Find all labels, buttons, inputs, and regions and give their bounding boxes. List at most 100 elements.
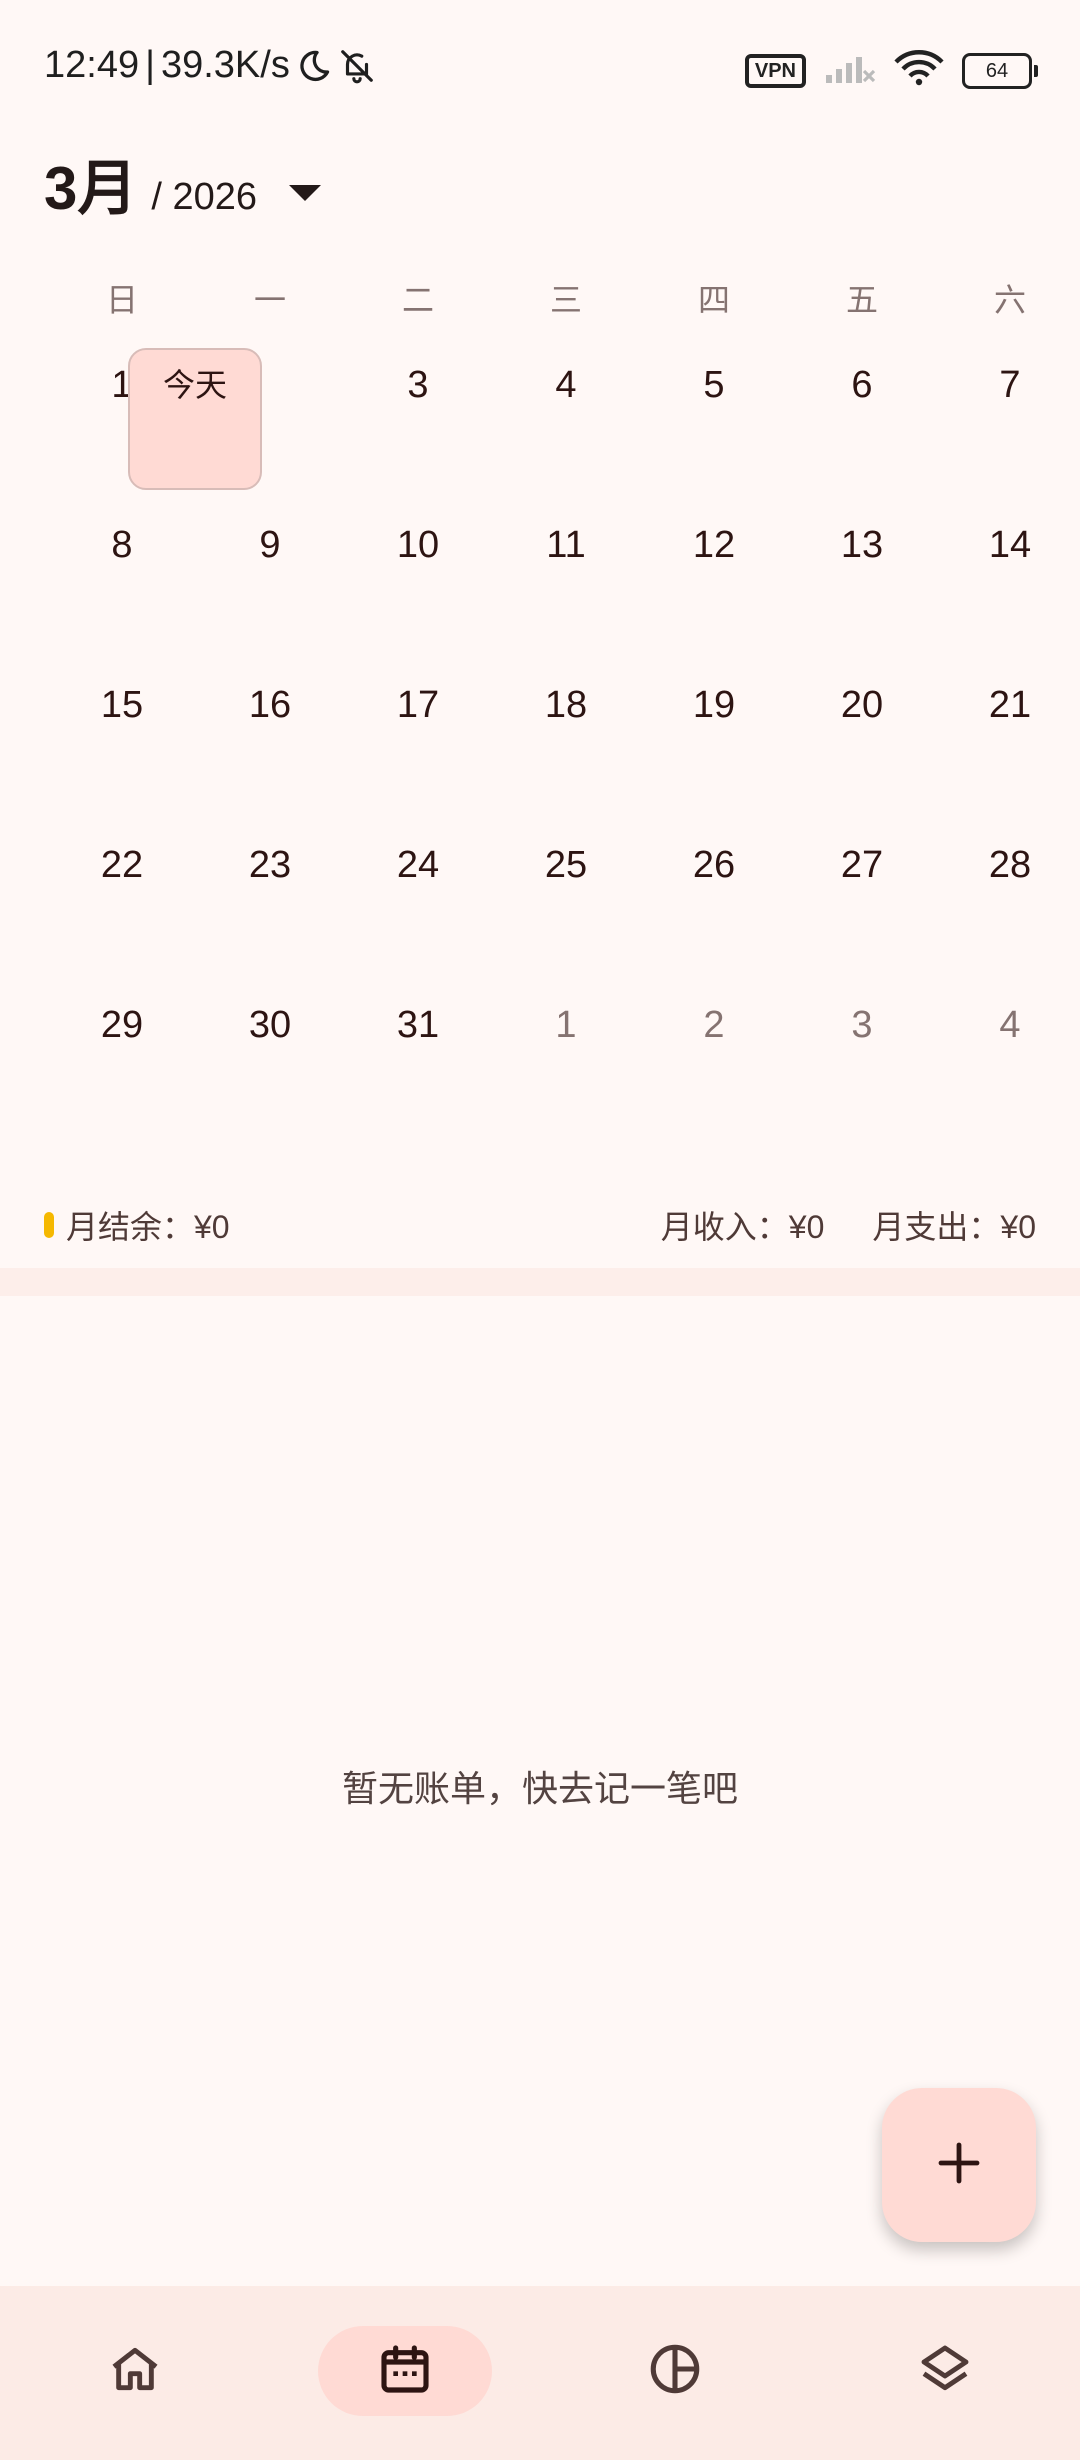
day-cell[interactable]: 28 [936, 820, 1080, 980]
nav-home[interactable] [48, 2326, 222, 2416]
day-cell[interactable]: 21 [936, 660, 1080, 820]
weekday-row: 日 一 二 三 四 五 六 [0, 270, 1080, 330]
day-number: 11 [546, 524, 586, 566]
day-cell[interactable]: 22 [48, 820, 196, 980]
bottom-navigation [0, 2286, 1080, 2460]
month-selector[interactable]: 3月 / 2026 [44, 140, 322, 222]
day-number: 9 [259, 524, 281, 566]
day-cell[interactable]: 26 [640, 820, 788, 980]
income-expense-summary: 月收入：¥0 月支出：¥0 [661, 1202, 1036, 1248]
day-number: 8 [111, 524, 133, 566]
status-time: 12:49 [44, 44, 140, 86]
nav-statistics[interactable] [588, 2326, 762, 2416]
day-cell[interactable]: 3 [788, 980, 936, 1140]
status-right: VPN 64 [744, 50, 1038, 91]
day-number: 25 [544, 844, 588, 886]
today-cell[interactable]: 今天 [128, 348, 262, 490]
wifi-icon [894, 50, 944, 91]
day-number: 5 [703, 364, 725, 406]
day-cell[interactable]: 29 [48, 980, 196, 1140]
day-cell[interactable]: 10 [344, 500, 492, 660]
caret-down-icon[interactable] [289, 185, 322, 201]
day-number: 30 [248, 1004, 292, 1046]
status-separator: | [145, 44, 155, 86]
day-number: 20 [840, 684, 884, 726]
day-cell[interactable]: 11 [492, 500, 640, 660]
day-cell[interactable]: 9 [196, 500, 344, 660]
weekday-label: 日 [105, 282, 138, 318]
day-number: 23 [248, 844, 292, 886]
day-cell[interactable]: 5 [640, 340, 788, 500]
day-number: 1 [555, 1004, 577, 1046]
day-cell[interactable]: 17 [344, 660, 492, 820]
balance-dot-icon [44, 1212, 54, 1238]
day-cell[interactable]: 15 [48, 660, 196, 820]
empty-state-text: 暂无账单，快去记一笔吧 [341, 1768, 738, 1809]
day-number: 13 [840, 524, 884, 566]
plus-icon [935, 2139, 983, 2192]
day-cell[interactable]: 4 [492, 340, 640, 500]
pie-chart-icon [646, 2340, 704, 2403]
weekday-label: 四 [697, 282, 730, 318]
weekday-label: 六 [993, 282, 1026, 318]
day-number: 4 [999, 1004, 1021, 1046]
day-cell[interactable]: 14 [936, 500, 1080, 660]
day-number: 18 [544, 684, 588, 726]
layers-icon [917, 2341, 973, 2402]
day-number: 4 [555, 364, 577, 406]
battery-icon: 64 [962, 52, 1038, 89]
day-number: 16 [248, 684, 292, 726]
day-cell[interactable]: 25 [492, 820, 640, 980]
year-label: / 2026 [151, 176, 258, 218]
bell-off-icon [338, 47, 376, 85]
day-cell[interactable]: 19 [640, 660, 788, 820]
weekday-label: 一 [253, 282, 286, 318]
day-number: 17 [396, 684, 440, 726]
day-cell[interactable]: 2 [640, 980, 788, 1140]
day-number: 31 [396, 1004, 440, 1046]
weekday-label: 二 [401, 282, 434, 318]
day-number: 10 [396, 524, 440, 566]
day-number: 28 [988, 844, 1032, 886]
day-number: 19 [692, 684, 736, 726]
calendar-icon [377, 2341, 433, 2402]
day-cell[interactable]: 8 [48, 500, 196, 660]
month-summary: 月结余：¥0 月收入：¥0 月支出：¥0 [0, 1180, 1080, 1270]
day-cell[interactable]: 18 [492, 660, 640, 820]
day-cell[interactable]: 7 [936, 340, 1080, 500]
day-number: 24 [396, 844, 440, 886]
status-bar: 12:49 | 39.3K/s VPN 64 [0, 0, 1080, 140]
day-cell[interactable]: 23 [196, 820, 344, 980]
balance-summary: 月结余：¥0 [44, 1202, 230, 1248]
day-number: 14 [988, 524, 1032, 566]
day-cell[interactable]: 31 [344, 980, 492, 1140]
day-number: 27 [840, 844, 884, 886]
network-speed: 39.3K/s [160, 44, 290, 86]
signal-icon [824, 51, 876, 90]
section-divider [0, 1268, 1080, 1296]
weekday-label: 五 [845, 282, 878, 318]
day-cell[interactable]: 24 [344, 820, 492, 980]
day-cell[interactable]: 13 [788, 500, 936, 660]
month-label: 3月 [44, 155, 138, 222]
nav-layers[interactable] [858, 2326, 1032, 2416]
day-cell[interactable]: 20 [788, 660, 936, 820]
day-cell[interactable]: 12 [640, 500, 788, 660]
nav-calendar[interactable] [318, 2326, 492, 2416]
day-cell[interactable]: 6 [788, 340, 936, 500]
day-number: 29 [100, 1004, 144, 1046]
day-cell[interactable]: 3 [344, 340, 492, 500]
day-cell[interactable]: 16 [196, 660, 344, 820]
day-cell[interactable]: 30 [196, 980, 344, 1140]
vpn-badge: VPN [744, 53, 806, 88]
home-icon [107, 2341, 163, 2402]
day-number: 2 [703, 1004, 725, 1046]
day-cell[interactable]: 4 [936, 980, 1080, 1140]
day-number: 6 [851, 364, 873, 406]
day-cell[interactable]: 1 [492, 980, 640, 1140]
moon-icon [296, 48, 332, 84]
add-bill-button[interactable] [882, 2088, 1036, 2242]
day-number: 12 [692, 524, 736, 566]
status-left: 12:49 | 39.3K/s [44, 44, 376, 87]
day-cell[interactable]: 27 [788, 820, 936, 980]
